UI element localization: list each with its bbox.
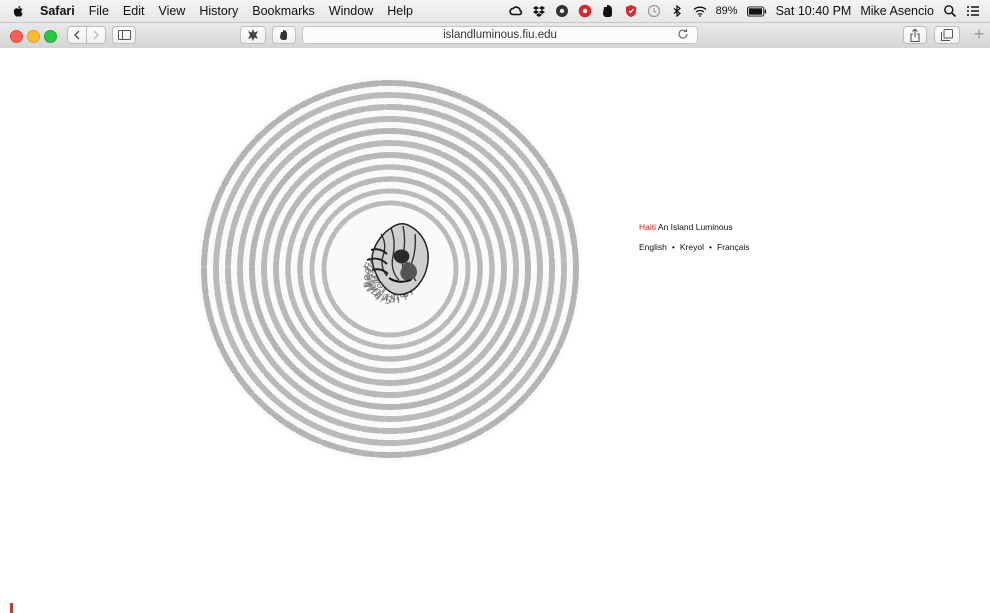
web-page: Glodel Mezilas · Mark Schuller · Kathy B… xyxy=(0,48,990,613)
menu-bookmarks[interactable]: Bookmarks xyxy=(252,4,315,18)
site-title-rest: An Island Luminous xyxy=(657,222,733,232)
forward-button[interactable] xyxy=(86,26,106,44)
back-button[interactable] xyxy=(67,26,87,44)
macos-menu-bar: Safari File Edit View History Bookmarks … xyxy=(0,0,990,23)
fullscreen-window-button[interactable] xyxy=(44,30,57,43)
sidebar-icon xyxy=(117,30,131,40)
language-selector: English • Kreyol • Français xyxy=(639,242,750,252)
show-tabs-button[interactable] xyxy=(934,26,960,44)
share-icon xyxy=(910,28,920,42)
chevron-left-icon xyxy=(74,30,80,40)
creative-cloud-icon[interactable] xyxy=(508,4,523,18)
language-english-link[interactable]: English xyxy=(639,242,667,252)
menu-edit[interactable]: Edit xyxy=(123,4,145,18)
evernote-icon[interactable] xyxy=(601,4,615,18)
battery-icon[interactable] xyxy=(746,6,767,17)
menu-file[interactable]: File xyxy=(89,4,109,18)
new-tab-button[interactable]: + xyxy=(968,24,990,46)
menu-window[interactable]: Window xyxy=(329,4,373,18)
lastpass-icon[interactable] xyxy=(578,4,592,18)
status-area: 89% Sat 10:40 PM Mike Asencio xyxy=(508,0,980,22)
time-machine-icon[interactable] xyxy=(647,4,661,18)
language-separator: • xyxy=(671,242,675,252)
site-title[interactable]: Haiti An Island Luminous xyxy=(639,222,733,232)
notification-center-icon[interactable] xyxy=(966,4,980,18)
language-kreyol-link[interactable]: Kreyol xyxy=(680,242,704,252)
window-edge-marker xyxy=(10,603,13,613)
evernote-icon xyxy=(280,29,287,40)
reload-icon[interactable] xyxy=(677,28,689,40)
evernote-extension-button[interactable] xyxy=(272,26,296,44)
close-window-button[interactable] xyxy=(10,30,23,43)
menu-app-safari[interactable]: Safari xyxy=(40,4,75,18)
privacy-icon[interactable] xyxy=(555,4,569,18)
menu-view[interactable]: View xyxy=(158,4,185,18)
minimize-window-button[interactable] xyxy=(27,30,40,43)
extension-button[interactable] xyxy=(240,26,266,44)
address-bar[interactable]: islandluminous.fiu.edu xyxy=(302,26,698,44)
puzzle-icon xyxy=(248,29,258,41)
apple-menu-icon[interactable] xyxy=(12,4,26,18)
site-title-highlight: Haiti xyxy=(639,222,657,232)
chevron-right-icon xyxy=(93,30,99,40)
menu-help[interactable]: Help xyxy=(387,4,413,18)
clock[interactable]: Sat 10:40 PM xyxy=(776,4,852,18)
spotlight-icon[interactable] xyxy=(943,4,957,18)
sidebar-toggle-button[interactable] xyxy=(112,26,136,44)
dropbox-icon[interactable] xyxy=(532,4,546,18)
share-button[interactable] xyxy=(903,26,927,44)
name-spiral-artwork: Glodel Mezilas · Mark Schuller · Kathy B… xyxy=(185,69,582,461)
url-text: islandluminous.fiu.edu xyxy=(443,29,557,41)
language-francais-link[interactable]: Français xyxy=(717,242,750,252)
shield-icon[interactable] xyxy=(624,4,638,18)
battery-percentage: 89% xyxy=(715,5,738,17)
safari-toolbar: islandluminous.fiu.edu xyxy=(0,23,990,49)
bluetooth-icon[interactable] xyxy=(670,4,684,18)
wifi-icon[interactable] xyxy=(693,4,707,18)
tabs-overview-icon xyxy=(941,29,953,41)
user-name[interactable]: Mike Asencio xyxy=(860,4,934,18)
menu-history[interactable]: History xyxy=(199,4,238,18)
language-separator: • xyxy=(708,242,712,252)
